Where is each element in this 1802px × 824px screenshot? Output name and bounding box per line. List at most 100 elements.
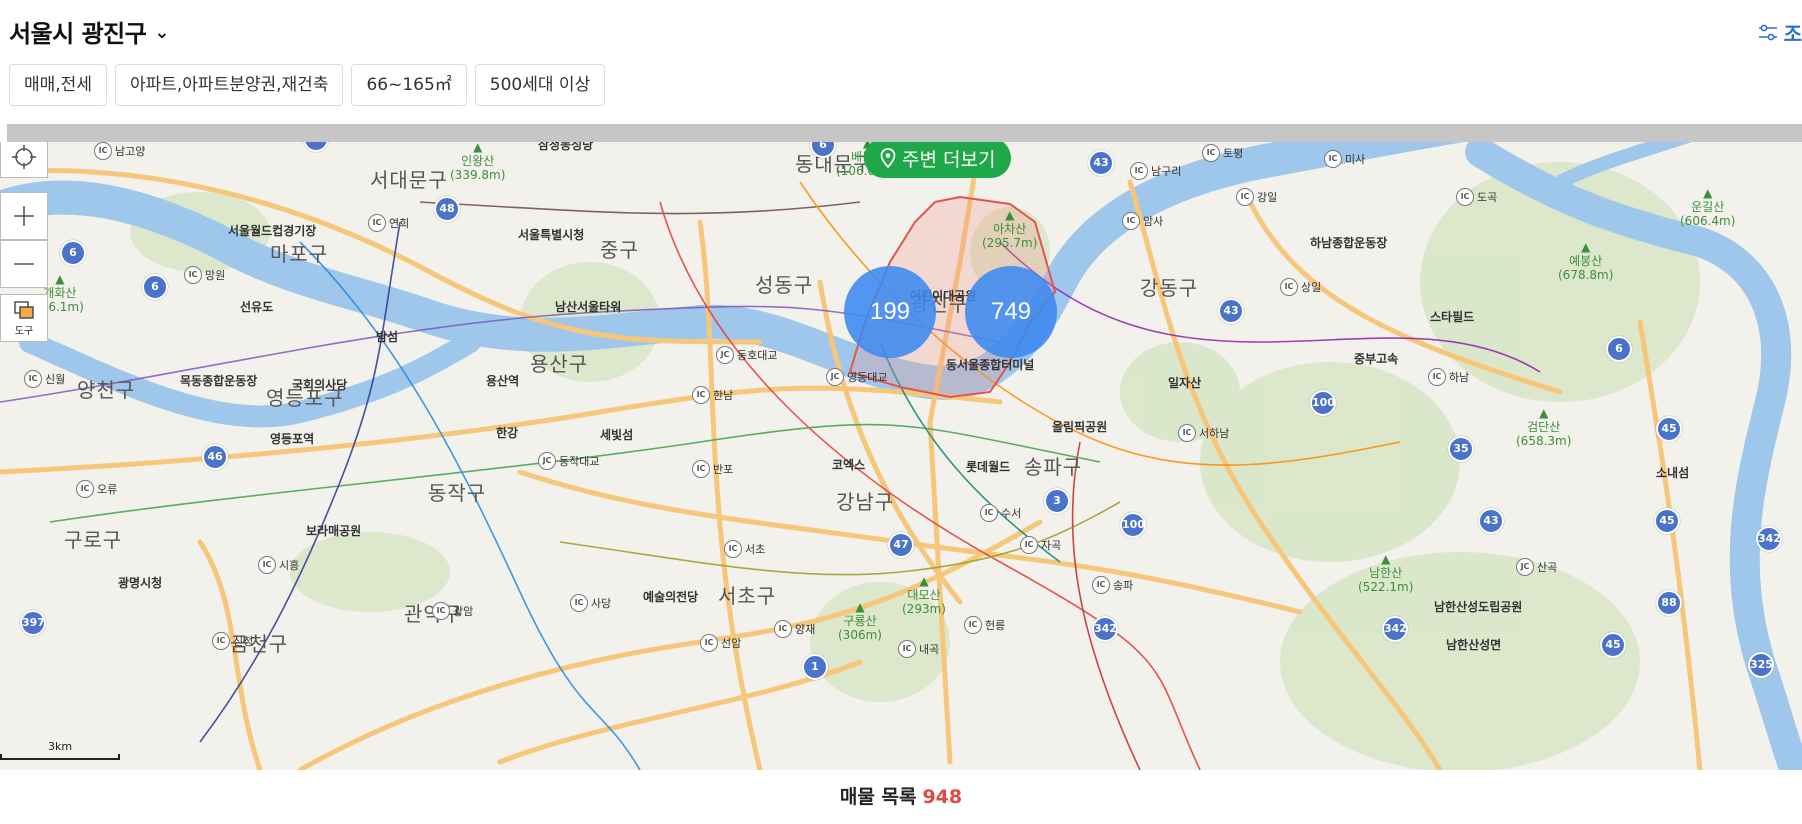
poi-label: 한강 — [496, 426, 519, 440]
chip-area[interactable]: 66~165㎡ — [351, 64, 467, 106]
ic-icon: IC — [898, 640, 916, 658]
district-label: 강남구 — [836, 490, 895, 514]
ic-label: IC 신정 — [212, 632, 253, 650]
ic-label: IC 남고양 — [94, 142, 145, 160]
route-shield: 43 — [1218, 298, 1244, 324]
ic-icon: IC — [432, 602, 450, 620]
ic-label: IC 양재 — [774, 620, 815, 638]
district-label: 성동구 — [755, 273, 814, 297]
ic-label: IC 강일 — [1236, 188, 1277, 206]
poi-label: 용산역 — [486, 374, 520, 388]
scale-label: 3km — [48, 740, 73, 753]
poi-label: 밤섬 — [376, 330, 399, 344]
poi-label: 광명시청 — [118, 576, 163, 590]
mountain-label: ▲ 운길산 (606.4m) — [1680, 186, 1736, 228]
route-shield: 43 — [1478, 508, 1504, 534]
poi-label: 남한산성면 — [1446, 638, 1502, 652]
district-label: 용산구 — [530, 352, 589, 376]
ic-label: IC 수서 — [980, 504, 1021, 522]
listing-footer[interactable]: 매물 목록 948 — [0, 770, 1802, 824]
ic-icon: IC — [94, 142, 112, 160]
route-shield: 342 — [1382, 616, 1408, 642]
filter-settings-button[interactable]: 조 — [1758, 18, 1802, 47]
ic-label: IC 한남 — [692, 386, 733, 404]
ic-icon: IC — [1236, 188, 1254, 206]
mountain-label: ▲ 대모산 (293m) — [902, 574, 946, 616]
map-view[interactable]: 서대문구 마포구 중구 동대문구 성동구 광진구 강동구 용산구 양천구 영등포… — [0, 142, 1802, 770]
mountain-label: ▲ 남한산 (522.1m) — [1358, 552, 1414, 594]
poi-label: 중부고속 — [1354, 352, 1399, 366]
jc-icon: JC — [538, 452, 556, 470]
map-tools-label: 도구 — [14, 325, 34, 337]
zoom-out-button[interactable] — [0, 240, 48, 288]
ic-icon: IC — [1178, 424, 1196, 442]
ic-icon: JC — [1516, 558, 1534, 576]
poi-label: 남산서울타워 — [555, 300, 622, 314]
plus-icon — [14, 206, 34, 226]
chip-trade-type[interactable]: 매매,전세 — [9, 64, 107, 106]
jc-icon: JC — [716, 346, 734, 364]
poi-label: 국회의사당 — [292, 378, 348, 392]
route-shield: 342 — [1756, 526, 1782, 552]
ic-label: JC 산곡 — [1516, 558, 1557, 576]
district-label: 서대문구 — [370, 168, 448, 192]
ic-label: IC 남구리 — [1130, 162, 1181, 180]
horizontal-scrollbar[interactable] — [7, 124, 1802, 142]
ic-label: IC 상일 — [1280, 278, 1321, 296]
poi-label: 소내섬 — [1656, 466, 1690, 480]
ic-icon: IC — [1428, 368, 1446, 386]
zoom-in-button[interactable] — [0, 192, 48, 240]
route-shield: 6 — [1606, 336, 1632, 362]
listing-cluster[interactable]: 199 — [844, 266, 936, 358]
poi-label: 목동종합운동장 — [180, 374, 258, 388]
district-label: 구로구 — [64, 528, 123, 552]
jc-icon: JC — [826, 368, 844, 386]
ic-label: IC 망원 — [184, 266, 225, 284]
ic-icon: IC — [1122, 212, 1140, 230]
crosshair-icon — [12, 145, 36, 169]
route-shield: 1 — [802, 654, 828, 680]
ic-icon: IC — [212, 632, 230, 650]
poi-label: 예술의전당 — [643, 590, 699, 604]
ic-icon: IC — [692, 460, 710, 478]
ic-icon: IC — [76, 480, 94, 498]
chip-property-type[interactable]: 아파트,아파트분양권,재건축 — [114, 64, 344, 106]
search-nearby-button[interactable]: 주변 더보기 — [864, 142, 1012, 178]
ic-label: IC 하남 — [1428, 368, 1469, 386]
district-label: 양천구 — [77, 378, 136, 402]
ic-label: IC 선암 — [700, 634, 741, 652]
chip-households[interactable]: 500세대 이상 — [474, 64, 606, 106]
ic-label: IC 오류 — [76, 480, 117, 498]
chevron-down-icon: ⌄ — [154, 22, 169, 43]
route-shield: 46 — [202, 444, 228, 470]
ic-label: IC 암사 — [1122, 212, 1163, 230]
map-tools-button[interactable]: 도구 — [0, 294, 48, 342]
current-location-button[interactable] — [0, 142, 48, 178]
poi-label: 삼청동성당 — [538, 142, 594, 152]
jc-label: JC 동작대교 — [538, 452, 599, 470]
route-shield: 6 — [60, 240, 86, 266]
poi-label: 서울특별시청 — [518, 228, 585, 242]
route-shield: 48 — [434, 196, 460, 222]
jc-label: JC 동호대교 — [716, 346, 777, 364]
region-selector[interactable]: 서울시 광진구 ⌄ — [9, 14, 169, 49]
ic-icon: IC — [1020, 536, 1038, 554]
ic-icon: IC — [964, 616, 982, 634]
ic-label: IC 연희 — [368, 214, 409, 232]
ic-label: IC 송파 — [1092, 576, 1133, 594]
ic-icon: IC — [1456, 188, 1474, 206]
mountain-label: ▲ 예봉산 (678.8m) — [1558, 240, 1614, 282]
poi-label: 일자산 — [1168, 376, 1202, 390]
poi-label: 동서울종합터미널 — [946, 358, 1035, 372]
listing-cluster[interactable]: 749 — [965, 266, 1057, 358]
district-label: 서초구 — [718, 584, 777, 608]
route-shield: 43 — [1088, 150, 1114, 176]
poi-label: 롯데월드 — [966, 460, 1011, 474]
ic-icon: IC — [184, 266, 202, 284]
sliders-icon — [1758, 24, 1777, 40]
mountain-label: ▲ 구룡산 (306m) — [838, 600, 882, 642]
poi-label: 보라매공원 — [306, 524, 362, 538]
route-shield: 47 — [888, 532, 914, 558]
filter-chips: 매매,전세 아파트,아파트분양권,재건축 66~165㎡ 500세대 이상 — [9, 64, 606, 106]
ic-label: IC 자곡 — [1020, 536, 1061, 554]
